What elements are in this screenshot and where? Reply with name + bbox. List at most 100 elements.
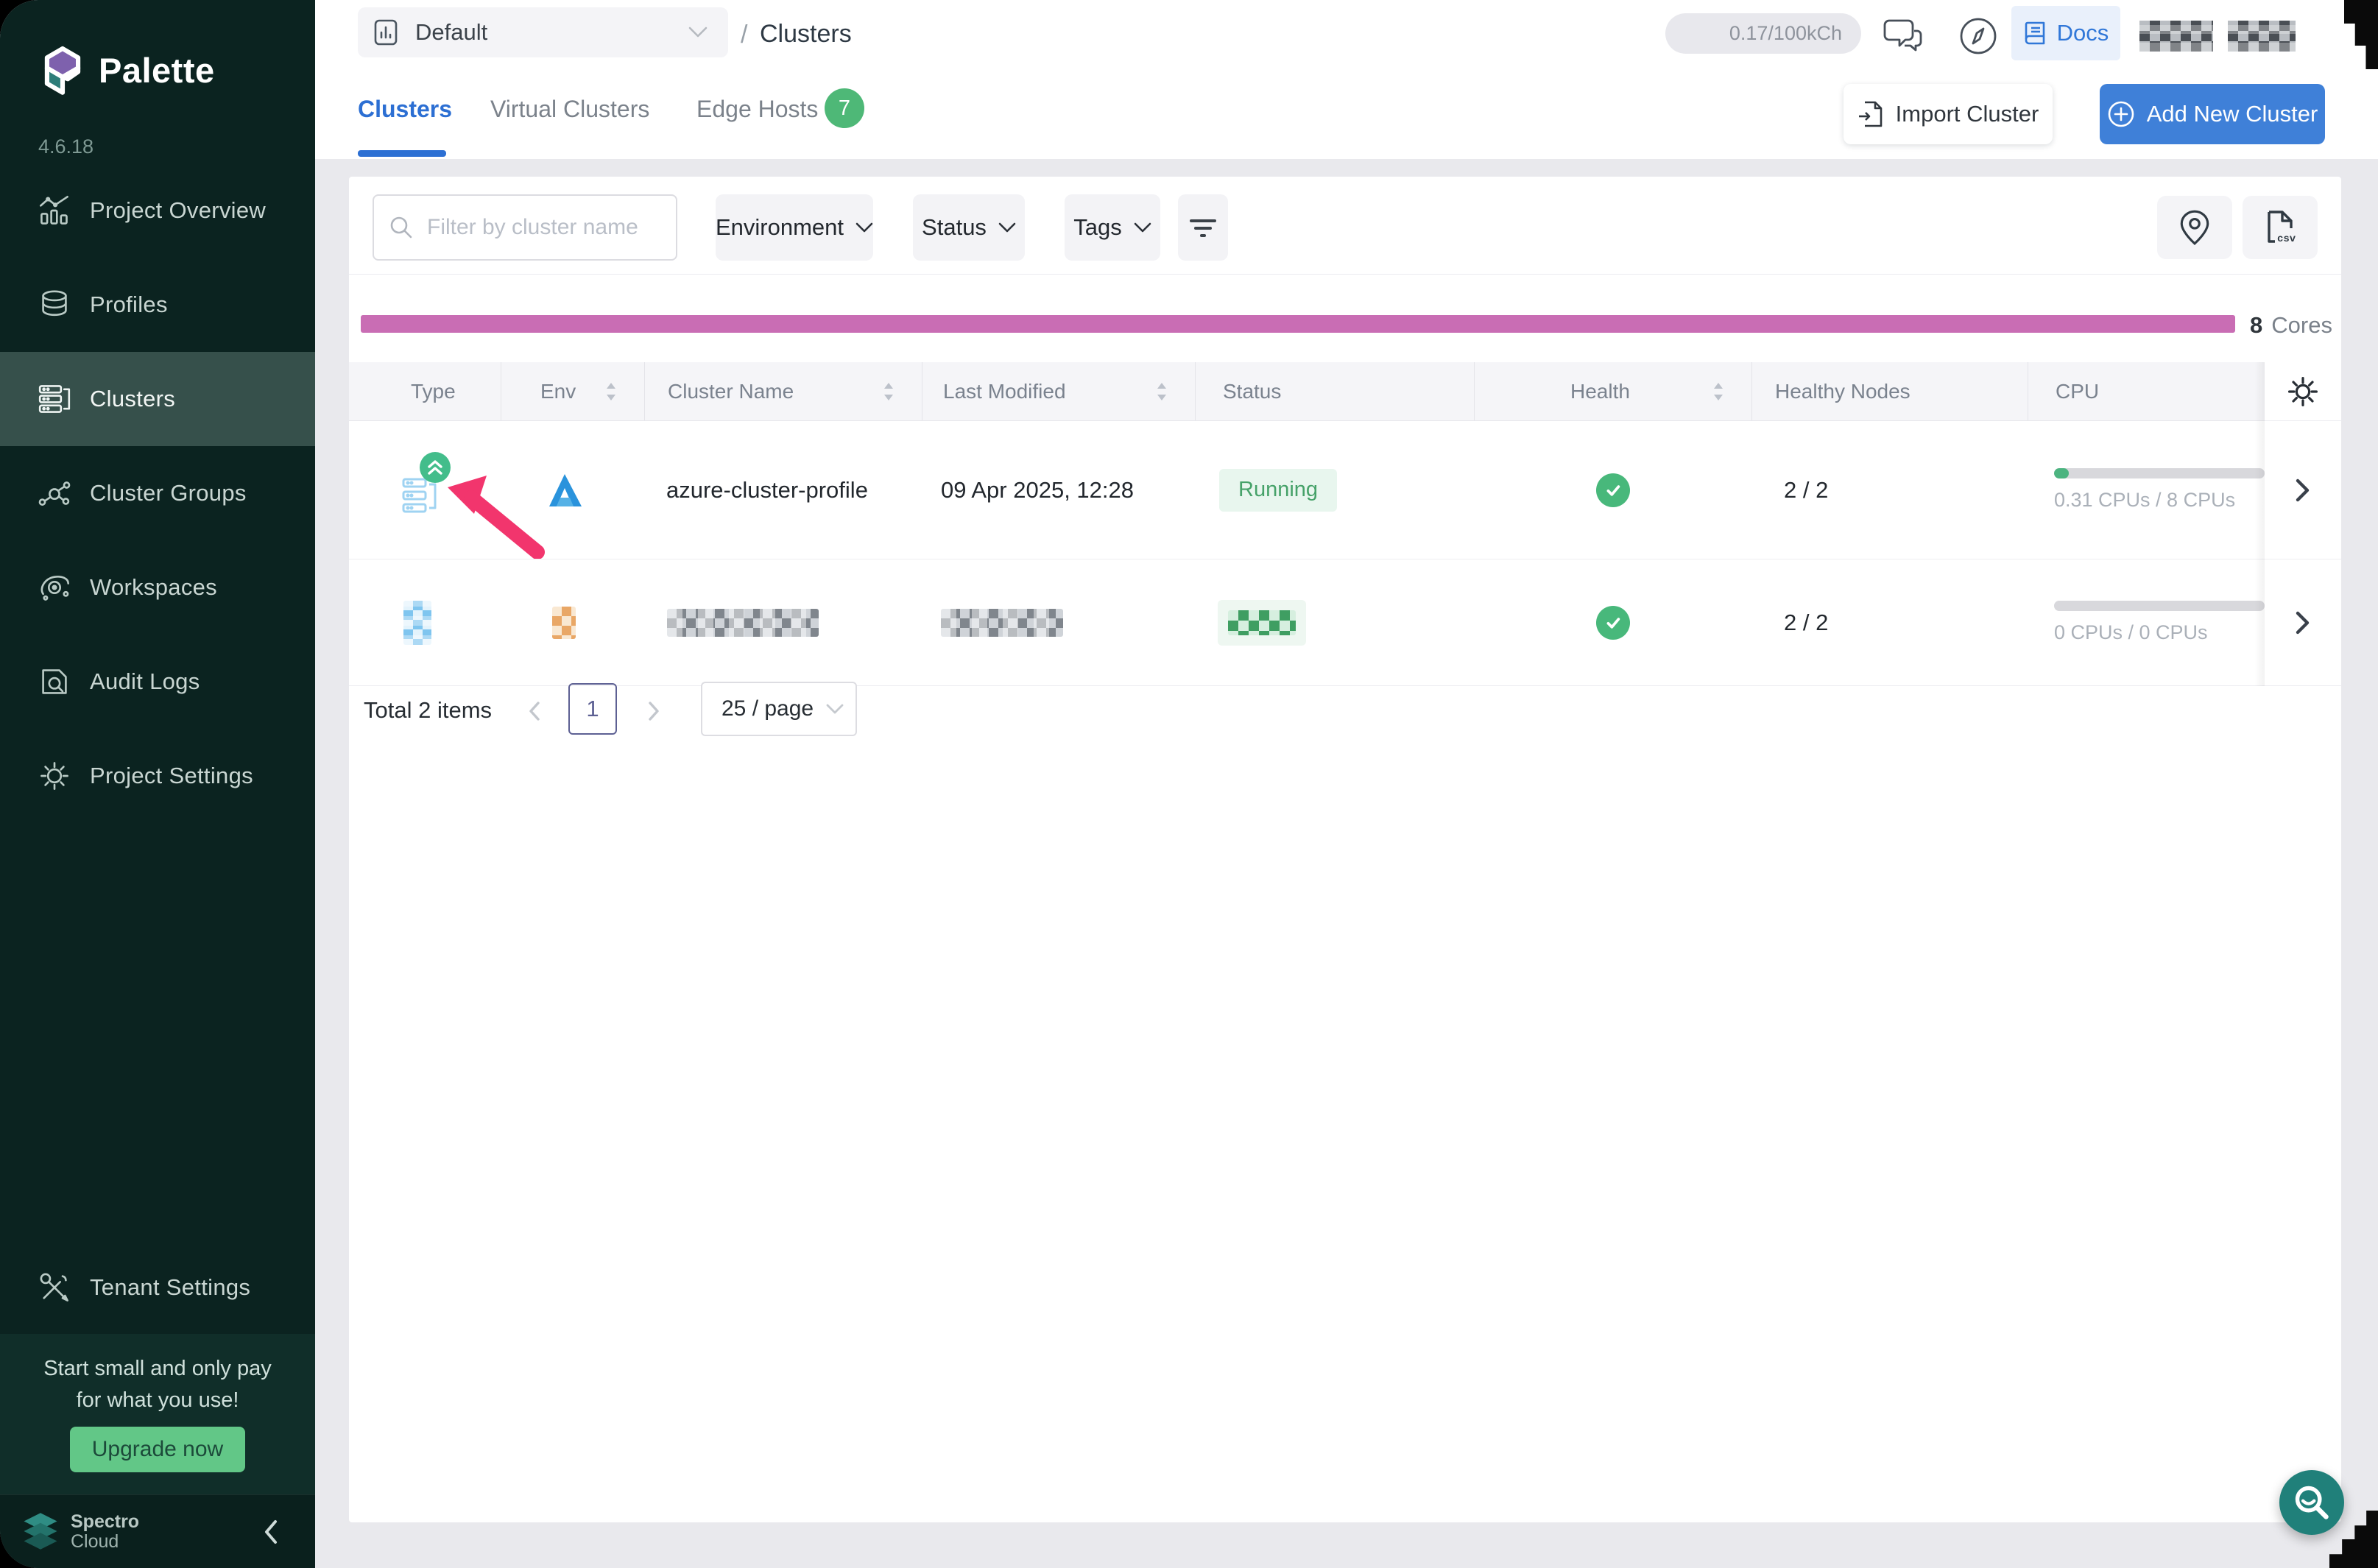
map-view-button[interactable] xyxy=(2157,196,2232,259)
sidebar-item-workspaces[interactable]: Workspaces xyxy=(0,540,315,635)
layers-icon xyxy=(38,289,71,321)
cpu-usage-bar xyxy=(2054,601,2265,611)
import-cluster-button[interactable]: Import Cluster xyxy=(1844,84,2053,144)
add-new-cluster-button[interactable]: Add New Cluster xyxy=(2100,84,2325,144)
sidebar-item-project-settings[interactable]: Project Settings xyxy=(0,729,315,823)
gear-icon xyxy=(2286,375,2320,409)
page-size-select[interactable]: 25 / page xyxy=(701,682,857,736)
sidebar-item-cluster-groups[interactable]: Cluster Groups xyxy=(0,446,315,540)
usage-meter: 0.17/100kCh xyxy=(1665,13,1861,54)
pagination-page-1[interactable]: 1 xyxy=(568,683,617,735)
cell-type xyxy=(349,559,501,685)
chevron-down-icon xyxy=(688,27,708,38)
sidebar-item-audit-logs[interactable]: Audit Logs xyxy=(0,635,315,729)
column-header-cpu[interactable]: CPU xyxy=(2028,362,2265,420)
sort-icon[interactable] xyxy=(1157,382,1167,401)
sidebar-item-label: Workspaces xyxy=(90,574,217,601)
environment-filter-label: Environment xyxy=(716,214,844,241)
column-header-env[interactable]: Env xyxy=(501,362,644,420)
docs-label: Docs xyxy=(2057,20,2109,46)
table-row-redacted[interactable]: 2 / 2 0 CPUs / 0 CPUs xyxy=(349,559,2265,686)
cluster-search[interactable] xyxy=(373,194,677,261)
spectro-cloud-logo xyxy=(21,1511,60,1551)
tab-clusters[interactable]: Clusters xyxy=(358,96,452,123)
tabs-row: Clusters Virtual Clusters Edge Hosts 7 I… xyxy=(315,71,2378,159)
sidebar-collapse-button[interactable] xyxy=(256,1517,286,1547)
azure-icon xyxy=(548,472,583,509)
cores-capacity-label: 8 Cores xyxy=(2250,312,2332,339)
app-window: Palette 4.6.18 Project Overview Profiles xyxy=(0,0,2378,1568)
redacted-status-badge xyxy=(1218,600,1306,646)
status-filter-label: Status xyxy=(922,214,987,241)
sidebar-footer: Spectro Cloud xyxy=(0,1494,315,1568)
project-selector[interactable]: Default xyxy=(358,7,728,57)
column-header-cluster-name[interactable]: Cluster Name xyxy=(644,362,922,420)
cpu-usage-bar xyxy=(2054,468,2265,478)
cell-health xyxy=(1474,421,1751,559)
feedback-search-fab[interactable] xyxy=(2279,1470,2344,1535)
row-expand-button[interactable] xyxy=(2265,421,2341,559)
upgrade-text-line2: for what you use! xyxy=(0,1385,315,1416)
audit-icon xyxy=(38,665,71,698)
tab-virtual-clusters[interactable]: Virtual Clusters xyxy=(490,96,649,123)
table-settings-button[interactable] xyxy=(2265,362,2341,421)
cell-cluster-name[interactable]: azure-cluster-profile xyxy=(644,421,922,559)
pagination-prev-button[interactable] xyxy=(520,696,549,726)
book-icon xyxy=(2023,20,2048,46)
pagination-total: Total 2 items xyxy=(364,697,492,724)
redacted-env-icon xyxy=(552,607,576,639)
environment-filter[interactable]: Environment xyxy=(716,194,873,261)
docs-link[interactable]: Docs xyxy=(2011,6,2120,60)
cell-cpu: 0.31 CPUs / 8 CPUs xyxy=(2028,421,2265,559)
tags-filter[interactable]: Tags xyxy=(1065,194,1160,261)
cell-cluster-name xyxy=(644,559,922,685)
brand-name-line2: Cloud xyxy=(71,1532,139,1552)
pagination-next-button[interactable] xyxy=(639,696,668,726)
cell-env xyxy=(501,421,644,559)
chevron-left-icon xyxy=(262,1519,280,1545)
sort-icon[interactable] xyxy=(1713,382,1723,401)
status-filter[interactable]: Status xyxy=(913,194,1025,261)
search-input[interactable] xyxy=(426,214,664,241)
cell-type xyxy=(349,421,501,559)
chevron-down-icon xyxy=(998,222,1016,233)
row-expand-button[interactable] xyxy=(2265,559,2341,686)
cell-cpu: 0 CPUs / 0 CPUs xyxy=(2028,559,2265,685)
cores-capacity-bar xyxy=(361,315,2235,333)
sidebar-item-clusters[interactable]: Clusters xyxy=(0,352,315,446)
top-bar: Default / Clusters 0.17/100kCh xyxy=(315,0,2378,71)
breadcrumb-separator: / xyxy=(741,21,747,49)
version-label: 4.6.18 xyxy=(38,135,94,158)
column-header-status[interactable]: Status xyxy=(1195,362,1474,420)
brand-name-line1: Spectro xyxy=(71,1512,139,1532)
cell-last-modified xyxy=(922,559,1195,685)
table-row-azure-cluster[interactable]: azure-cluster-profile 09 Apr 2025, 12:28… xyxy=(349,421,2265,559)
help-compass-button[interactable] xyxy=(1958,16,1998,60)
export-csv-button[interactable]: csv xyxy=(2243,196,2318,259)
column-header-health[interactable]: Health xyxy=(1474,362,1751,420)
gear-icon xyxy=(38,760,71,792)
tab-edge-hosts[interactable]: Edge Hosts xyxy=(696,96,818,123)
column-header-healthy-nodes[interactable]: Healthy Nodes xyxy=(1751,362,2028,420)
more-filters-button[interactable] xyxy=(1178,194,1228,261)
cores-unit: Cores xyxy=(2271,312,2332,339)
sidebar-item-project-overview[interactable]: Project Overview xyxy=(0,163,315,258)
chat-button[interactable] xyxy=(1882,15,1924,60)
tags-filter-label: Tags xyxy=(1073,214,1121,241)
upgrade-button[interactable]: Upgrade now xyxy=(70,1427,245,1472)
sidebar-item-tenant-settings[interactable]: Tenant Settings xyxy=(0,1240,315,1335)
app-title: Palette xyxy=(99,50,215,91)
chart-icon xyxy=(38,194,71,227)
svg-text:csv: csv xyxy=(2277,233,2296,245)
column-header-type[interactable]: Type xyxy=(349,362,501,420)
sort-icon[interactable] xyxy=(883,382,894,401)
cpu-usage-label: 0.31 CPUs / 8 CPUs xyxy=(2054,489,2235,512)
sidebar-item-profiles[interactable]: Profiles xyxy=(0,258,315,352)
page-size-value: 25 / page xyxy=(721,696,814,721)
palette-logo[interactable]: Palette xyxy=(41,41,215,99)
plus-circle-icon xyxy=(2107,100,2135,128)
servers-icon xyxy=(38,383,71,415)
sort-icon[interactable] xyxy=(606,382,616,401)
redacted-username-block xyxy=(2139,21,2213,52)
column-header-last-modified[interactable]: Last Modified xyxy=(922,362,1195,420)
